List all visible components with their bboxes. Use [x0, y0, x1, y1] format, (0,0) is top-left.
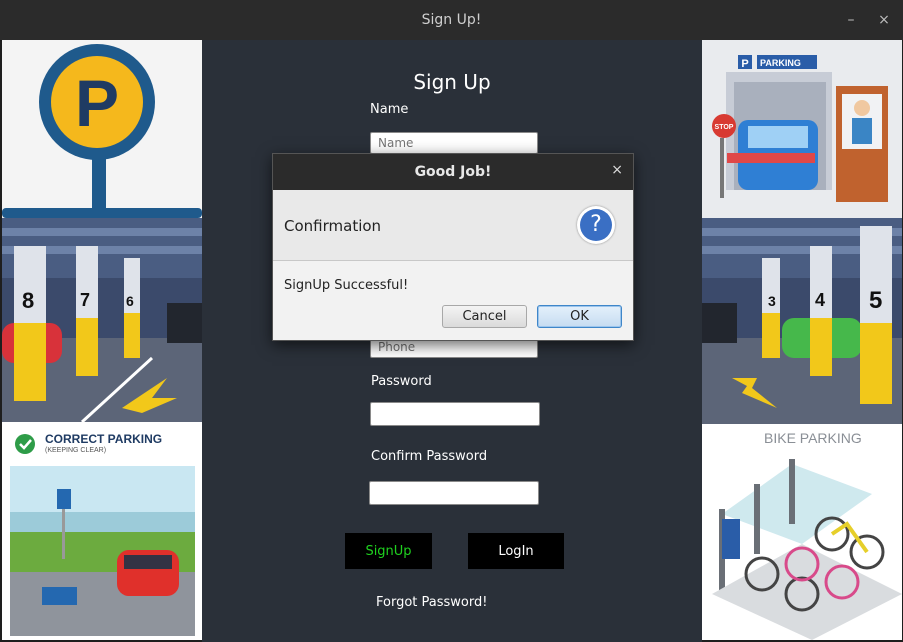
correct-parking-title: CORRECT PARKING	[45, 432, 163, 446]
dialog-message: SignUp Successful!	[284, 278, 409, 293]
correct-parking-subtitle: (KEEPING CLEAR)	[45, 447, 107, 454]
svg-text:5: 5	[869, 287, 882, 314]
dialog-header-text: Confirmation	[284, 217, 382, 235]
signup-form-panel: Sign Up Name Password Confirm Password S…	[202, 40, 702, 642]
svg-text:3: 3	[768, 293, 776, 309]
password-label: Password	[371, 374, 432, 389]
correct-parking-image: CORRECT PARKING (KEEPING CLEAR)	[2, 422, 202, 640]
forgot-password-link[interactable]: Forgot Password!	[376, 595, 487, 610]
signup-button[interactable]: SignUp	[345, 533, 432, 569]
dialog-header: Confirmation ?	[273, 190, 633, 261]
svg-text:P: P	[75, 66, 119, 140]
confirmation-dialog: Good Job! × Confirmation ? SignUp Succes…	[272, 153, 634, 341]
question-icon-glyph: ?	[580, 209, 612, 241]
question-icon: ?	[577, 206, 615, 244]
dialog-close-button[interactable]: ×	[611, 162, 623, 178]
svg-text:6: 6	[126, 293, 134, 309]
minimize-button[interactable]: –	[841, 10, 861, 30]
name-label: Name	[370, 102, 409, 117]
dialog-title: Good Job!	[414, 164, 492, 180]
parking-sign-text: PARKING	[760, 58, 801, 68]
parking-garage-image: 8 7 6	[2, 218, 202, 422]
svg-text:STOP: STOP	[715, 124, 734, 131]
signup-heading: Sign Up	[413, 70, 491, 94]
password-input[interactable]	[370, 402, 540, 426]
pillar-number: 8	[22, 288, 34, 313]
cancel-button[interactable]: Cancel	[442, 305, 527, 328]
confirm-password-input[interactable]	[369, 481, 539, 505]
ok-button[interactable]: OK	[537, 305, 622, 328]
parking-garage-right-image: 3 4 5	[702, 218, 902, 424]
parking-sign-image: P	[2, 40, 202, 218]
window-titlebar: Sign Up! – ×	[0, 0, 903, 41]
parking-entrance-image: P PARKING STOP	[702, 40, 902, 218]
login-button[interactable]: LogIn	[468, 533, 564, 569]
svg-text:4: 4	[815, 290, 825, 310]
name-input[interactable]	[370, 132, 538, 154]
window-title: Sign Up!	[421, 12, 482, 28]
dialog-titlebar: Good Job! ×	[273, 154, 633, 190]
confirm-password-label: Confirm Password	[371, 449, 488, 464]
close-window-button[interactable]: ×	[874, 10, 894, 30]
svg-text:7: 7	[80, 290, 90, 310]
bike-parking-image: BIKE PARKING	[702, 424, 902, 640]
svg-text:P: P	[741, 58, 748, 70]
